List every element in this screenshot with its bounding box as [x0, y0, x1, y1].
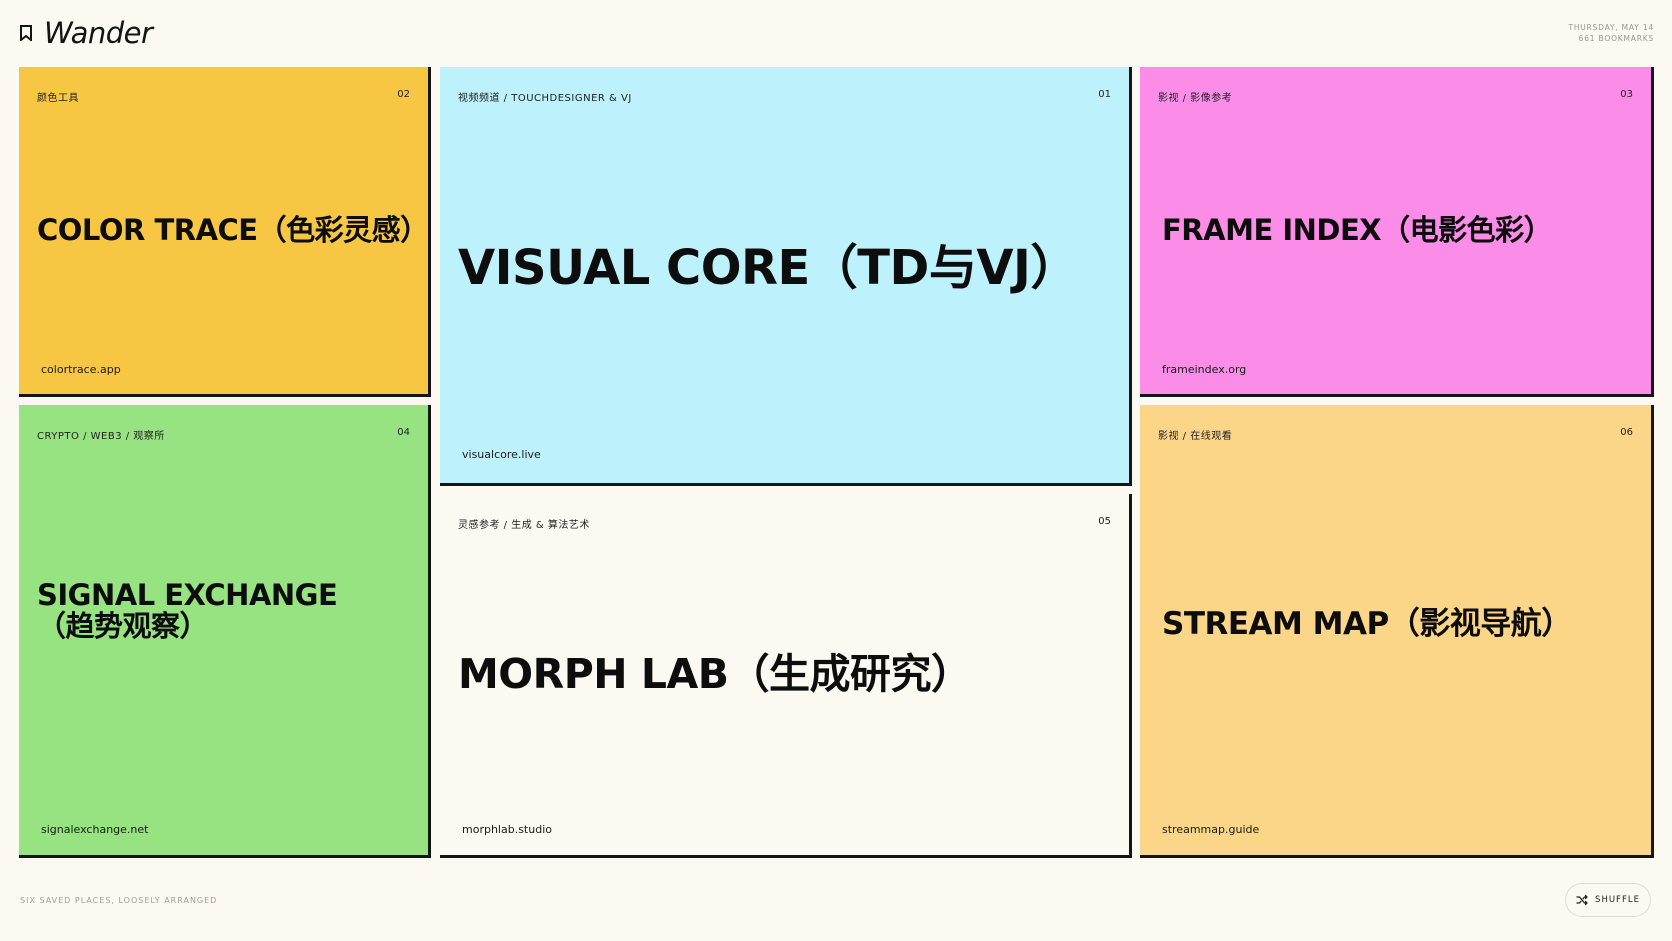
- card-title: FRAME INDEX（电影色彩）: [1162, 213, 1553, 247]
- shuffle-icon: [1576, 894, 1588, 906]
- footer-note: SIX SAVED PLACES, LOOSELY ARRANGED: [20, 896, 218, 905]
- card-category: 影视 / 影像参考: [1158, 93, 1233, 104]
- shuffle-label: SHUFFLE: [1595, 895, 1640, 905]
- card-category: CRYPTO / WEB3 / 观察所: [37, 431, 165, 442]
- card-title: SIGNAL EXCHANGE（趋势观察）: [37, 578, 338, 644]
- bookmark-card-signal-exchange[interactable]: CRYPTO / WEB3 / 观察所 04 SIGNAL EXCHANGE（趋…: [19, 405, 431, 858]
- card-domain[interactable]: visualcore.live: [462, 448, 541, 461]
- card-title: STREAM MAP（影视导航）: [1162, 606, 1572, 642]
- card-domain[interactable]: colortrace.app: [41, 363, 121, 376]
- card-domain[interactable]: streammap.guide: [1162, 823, 1259, 836]
- card-title: VISUAL CORE（TD与VJ）: [458, 240, 1078, 296]
- current-date: THURSDAY, MAY 14: [1568, 23, 1654, 32]
- bookmark-card-visual-core[interactable]: 视频频道 / TOUCHDESIGNER & VJ 01 VISUAL CORE…: [440, 67, 1132, 486]
- bookmark-card-morph-lab[interactable]: 灵感参考 / 生成 & 算法艺术 05 MORPH LAB（生成研究） morp…: [440, 494, 1132, 858]
- brand[interactable]: Wander: [20, 16, 153, 50]
- bookmark-card-stream-map[interactable]: 影视 / 在线观看 06 STREAM MAP（影视导航） streammap.…: [1140, 405, 1654, 858]
- shuffle-button[interactable]: SHUFFLE: [1565, 883, 1651, 917]
- card-number: 06: [1620, 427, 1633, 438]
- card-category: 视频频道 / TOUCHDESIGNER & VJ: [458, 93, 632, 104]
- card-title: MORPH LAB（生成研究）: [458, 650, 972, 698]
- card-category: 灵感参考 / 生成 & 算法艺术: [458, 520, 590, 531]
- card-number: 05: [1098, 516, 1111, 527]
- bookmark-card-frame-index[interactable]: 影视 / 影像参考 03 FRAME INDEX（电影色彩） frameinde…: [1140, 67, 1654, 397]
- card-number: 04: [397, 427, 410, 438]
- card-number: 01: [1098, 89, 1111, 100]
- card-number: 02: [397, 89, 410, 100]
- bookmark-count: 661 BOOKMARKS: [1578, 34, 1654, 43]
- bookmark-icon: [20, 25, 32, 41]
- card-category: 影视 / 在线观看: [1158, 431, 1233, 442]
- card-domain[interactable]: signalexchange.net: [41, 823, 148, 836]
- card-domain[interactable]: morphlab.studio: [462, 823, 552, 836]
- bookmark-card-color-trace[interactable]: 颜色工具 02 COLOR TRACE（色彩灵感） colortrace.app: [19, 67, 431, 397]
- card-number: 03: [1620, 89, 1633, 100]
- brand-name: Wander: [44, 16, 153, 50]
- card-domain[interactable]: frameindex.org: [1162, 363, 1246, 376]
- card-title: COLOR TRACE（色彩灵感）: [37, 213, 429, 247]
- app-header: Wander THURSDAY, MAY 14 661 BOOKMARKS: [0, 0, 1672, 66]
- card-category: 颜色工具: [37, 93, 79, 104]
- header-meta: THURSDAY, MAY 14 661 BOOKMARKS: [1568, 22, 1654, 44]
